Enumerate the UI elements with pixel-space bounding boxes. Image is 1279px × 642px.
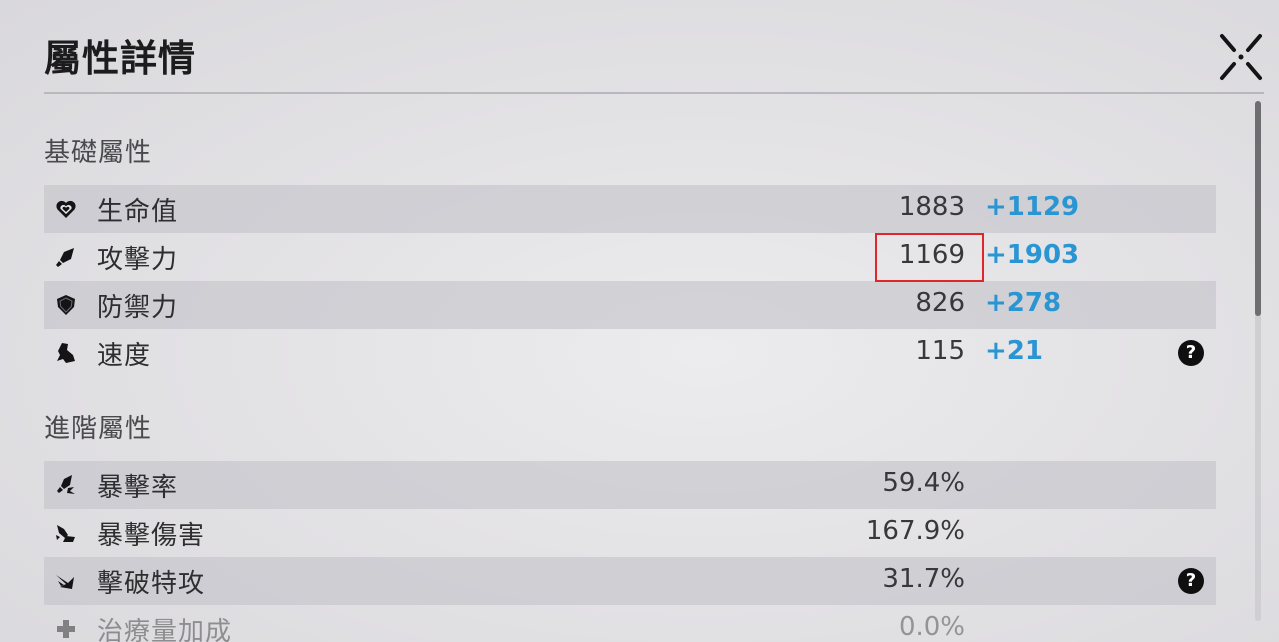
stat-bonus: +278 bbox=[985, 288, 1062, 318]
stat-label: 速度 bbox=[97, 341, 152, 371]
stat-label: 攻擊力 bbox=[97, 245, 179, 275]
scrollbar[interactable] bbox=[1255, 101, 1261, 621]
shield-icon bbox=[54, 293, 78, 317]
stat-bonus: +21 bbox=[985, 336, 1043, 366]
stat-label: 防禦力 bbox=[97, 293, 179, 323]
stat-row-crit-damage: 暴擊傷害 167.9% bbox=[44, 509, 1216, 557]
stat-value: 31.7% bbox=[882, 564, 965, 594]
header-divider bbox=[44, 92, 1264, 94]
stat-row-atk: 攻擊力 1169 +1903 bbox=[44, 233, 1216, 281]
heart-icon bbox=[54, 197, 78, 221]
page-title: 屬性詳情 bbox=[44, 37, 196, 80]
stat-label: 暴擊率 bbox=[97, 473, 179, 503]
stat-row-healing: 治療量加成 0.0% bbox=[44, 605, 1216, 642]
healing-icon bbox=[54, 617, 78, 641]
stat-row-spd: 速度 115 +21 ? bbox=[44, 329, 1216, 377]
stat-value: 167.9% bbox=[865, 516, 965, 546]
crit-damage-icon bbox=[54, 521, 78, 545]
stat-value: 826 bbox=[915, 288, 965, 318]
stat-label: 生命值 bbox=[97, 197, 179, 227]
close-x-icon bbox=[1220, 34, 1262, 80]
stat-label: 暴擊傷害 bbox=[97, 521, 206, 551]
attribute-details-panel: 屬性詳情 基礎屬性 生命值 1883 +1129 攻擊力 1169 +1903 … bbox=[0, 0, 1279, 642]
highlight-box bbox=[875, 233, 984, 282]
stat-row-crit-rate: 暴擊率 59.4% bbox=[44, 461, 1216, 509]
scrollbar-thumb[interactable] bbox=[1255, 101, 1261, 316]
close-button[interactable] bbox=[1214, 30, 1268, 84]
stat-row-hp: 生命值 1883 +1129 bbox=[44, 185, 1216, 233]
help-icon[interactable]: ? bbox=[1178, 340, 1204, 366]
stat-value: 0.0% bbox=[898, 612, 965, 642]
stat-value: 115 bbox=[915, 336, 965, 366]
crit-rate-icon bbox=[54, 473, 78, 497]
stat-label: 擊破特攻 bbox=[97, 569, 206, 599]
section-title-basic: 基礎屬性 bbox=[44, 138, 153, 168]
stat-row-break-effect: 擊破特攻 31.7% ? bbox=[44, 557, 1216, 605]
stat-bonus: +1129 bbox=[985, 192, 1080, 222]
stat-value: 1883 bbox=[898, 192, 965, 222]
stat-bonus: +1903 bbox=[985, 240, 1080, 270]
help-icon[interactable]: ? bbox=[1178, 568, 1204, 594]
section-title-advanced: 進階屬性 bbox=[44, 414, 153, 444]
stat-value: 59.4% bbox=[882, 468, 965, 498]
boot-icon bbox=[54, 341, 78, 365]
sword-icon bbox=[54, 245, 78, 269]
break-effect-icon bbox=[54, 569, 78, 593]
stat-row-def: 防禦力 826 +278 bbox=[44, 281, 1216, 329]
stat-label: 治療量加成 bbox=[97, 617, 233, 642]
